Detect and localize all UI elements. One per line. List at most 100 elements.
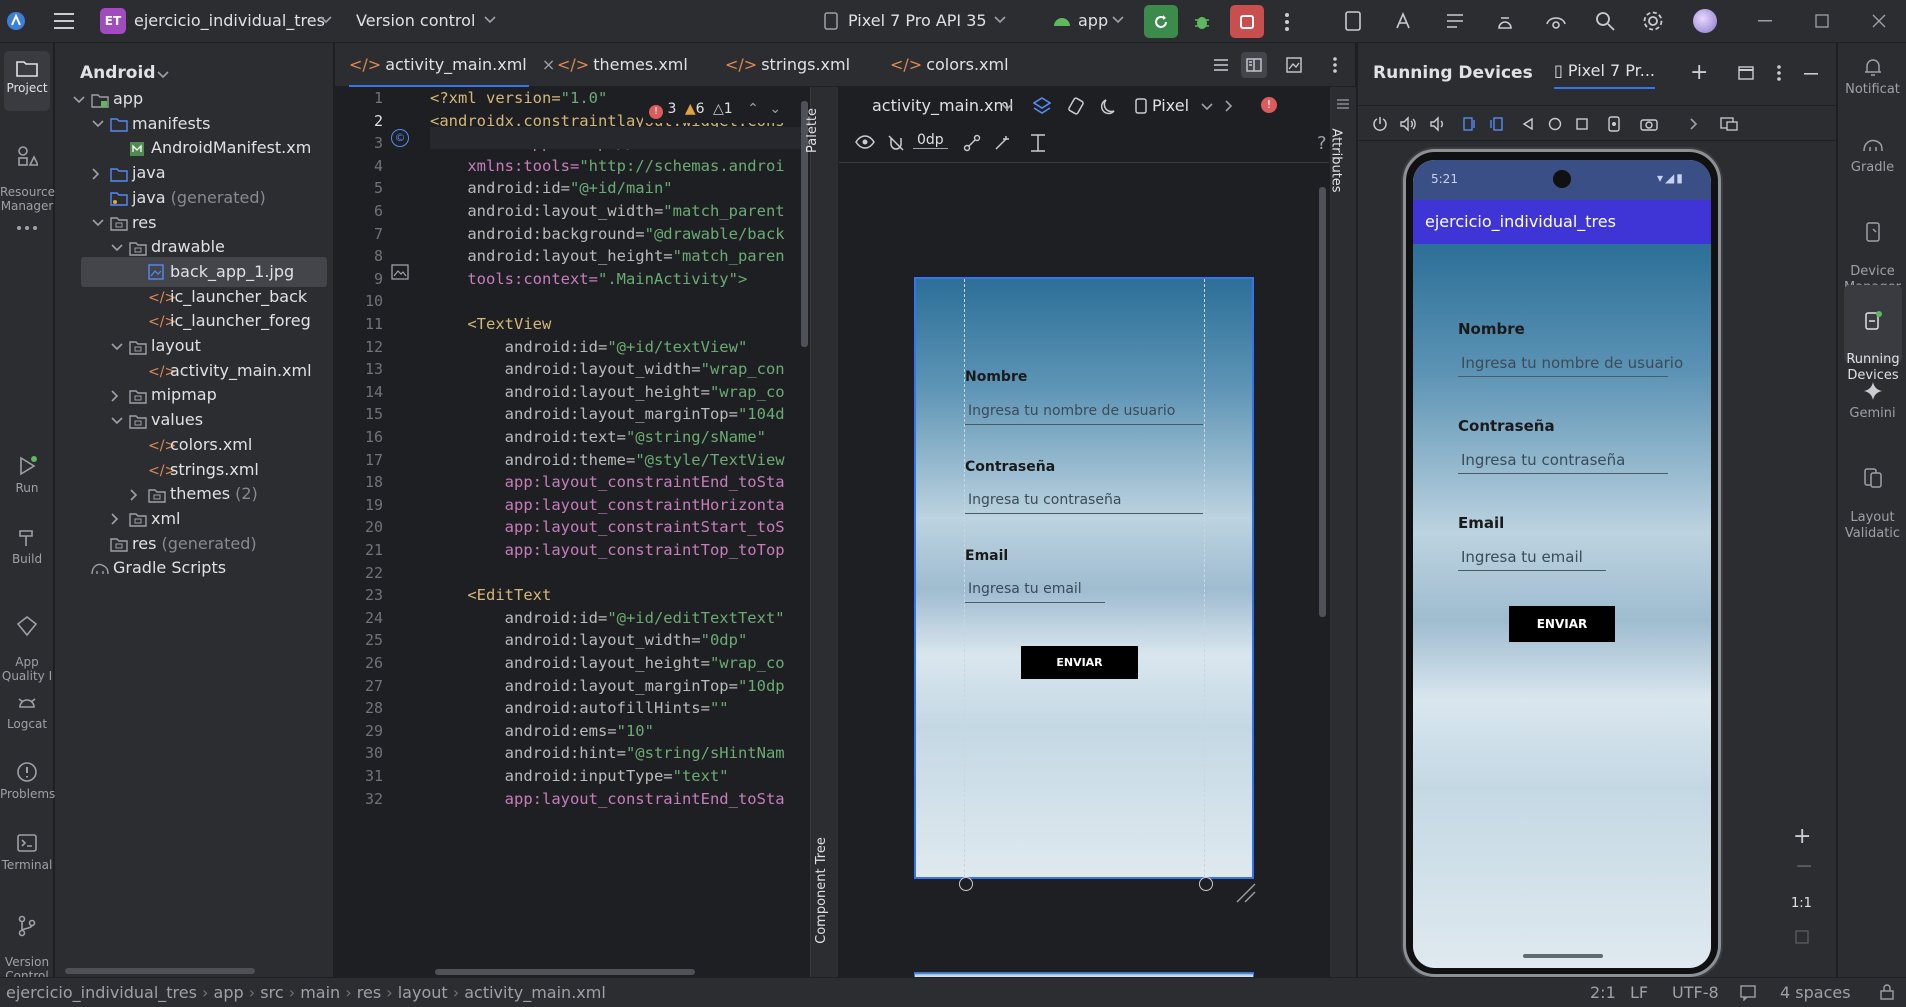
tab-strings[interactable]: </> strings.xml — [725, 43, 850, 87]
design-vertical-scrollbar[interactable] — [1319, 187, 1326, 617]
problems-tool-button[interactable]: Problems — [0, 761, 55, 801]
resource-manager-tool-button[interactable]: Resource Manager — [0, 131, 55, 213]
class-gutter-icon[interactable]: © — [391, 129, 409, 147]
overview-icon[interactable] — [1576, 118, 1588, 130]
layout-preview[interactable]: Nombre Ingresa tu nombre de usuario Cont… — [914, 277, 1254, 879]
back-icon[interactable] — [1522, 118, 1534, 130]
split-view-icon[interactable] — [1241, 52, 1267, 78]
night-mode-icon[interactable] — [1101, 97, 1119, 115]
code-line[interactable]: android:layout_height="wrap_co — [430, 654, 785, 672]
editor-horizontal-scrollbar[interactable] — [435, 969, 695, 975]
maximize-window-icon[interactable] — [1815, 14, 1829, 28]
app-logo-icon[interactable] — [6, 11, 26, 31]
code-line[interactable]: app:layout_constraintTop_toTop — [430, 541, 785, 559]
code-view-icon[interactable] — [1213, 58, 1229, 72]
name-label[interactable]: Nombre — [965, 369, 1027, 385]
code-editor[interactable]: 1 2 3 4 5 6 7 8 9 10 11 12 13 14 15 16 17 18 19 20 21 22 23 24 2… — [335, 87, 809, 977]
magnet-icon[interactable] — [887, 134, 905, 152]
tabs-more-icon[interactable] — [1332, 56, 1338, 74]
code-line[interactable]: <?xml version="1.0" — [430, 89, 617, 107]
default-margin-selector[interactable]: 0dp — [913, 132, 948, 149]
chevron-down-icon[interactable] — [92, 219, 110, 227]
design-view-icon[interactable] — [1286, 57, 1302, 73]
chevron-right-icon[interactable] — [92, 168, 110, 180]
caret-position[interactable]: 2:1 — [1590, 978, 1616, 1007]
device-password-input[interactable]: Ingresa tu contraseña — [1461, 451, 1625, 469]
add-device-icon[interactable]: + — [1690, 62, 1708, 84]
design-surface-icon[interactable] — [1033, 97, 1051, 115]
crumb-layout[interactable]: layout — [398, 983, 448, 1002]
code-line[interactable]: <TextView — [430, 315, 551, 333]
infer-constraints-icon[interactable] — [993, 134, 1011, 152]
crumb-src[interactable]: src — [260, 983, 283, 1002]
code-line[interactable]: xmlns:tools="http://schemas.androi — [430, 157, 784, 175]
project-name-dropdown[interactable]: ejercicio_individual_tres — [134, 11, 325, 30]
logcat-tool-button[interactable]: Logcat — [0, 691, 54, 731]
device-email-input[interactable]: Ingresa tu email — [1461, 548, 1583, 566]
code-line[interactable]: android:inputType="text" — [430, 767, 729, 785]
code-line[interactable]: android:layout_marginTop="104d — [430, 405, 785, 423]
code-line[interactable]: <EditText — [430, 586, 551, 604]
eye-icon[interactable] — [855, 135, 875, 149]
attributes-tab[interactable]: Attributes — [1329, 117, 1354, 207]
chevron-right-icon[interactable] — [1690, 118, 1698, 130]
volume-up-icon[interactable] — [1400, 116, 1418, 132]
project-horizontal-scrollbar[interactable] — [65, 968, 255, 974]
sdk-manager-icon[interactable] — [1494, 10, 1516, 32]
chevron-down-icon[interactable] — [111, 244, 129, 252]
run-tool-button[interactable]: Run — [0, 455, 54, 495]
code-line[interactable]: app:layout_constraintHorizonta — [430, 496, 785, 514]
volume-down-icon[interactable] — [1430, 116, 1446, 132]
code-line[interactable]: app:layout_constraintEnd_toSta — [430, 473, 785, 491]
more-actions-icon[interactable] — [1284, 12, 1290, 32]
code-line[interactable]: android:autofillHints="" — [430, 699, 729, 717]
email-input[interactable]: Ingresa tu email — [968, 581, 1082, 597]
chevron-right-icon[interactable] — [1225, 100, 1233, 112]
notifications-tool-button[interactable]: Notificat — [1838, 57, 1906, 98]
component-tree-tab[interactable]: Component Tree — [814, 827, 836, 967]
code-line[interactable]: android:layout_width="0dp" — [430, 631, 748, 649]
debug-icon[interactable] — [1188, 8, 1216, 36]
gemini-tool-button[interactable]: Gemini — [1838, 381, 1906, 422]
run-config-selector[interactable]: app — [1078, 11, 1108, 30]
terminal-tool-button[interactable]: Terminal — [0, 832, 54, 872]
rotate-left-icon[interactable] — [1462, 116, 1478, 132]
tab-colors[interactable]: </> colors.xml — [890, 43, 1009, 87]
crumb-app[interactable]: app — [214, 983, 244, 1002]
tree-item-gradle-scripts[interactable]: Gradle Scripts — [55, 553, 334, 583]
close-window-icon[interactable] — [1872, 14, 1886, 28]
tab-themes[interactable]: </> themes.xml — [557, 43, 688, 87]
zoom-in-icon[interactable]: + — [1793, 824, 1811, 849]
code-line[interactable]: android:id="@+id/textView" — [430, 338, 748, 356]
project-view-selector[interactable]: Android — [80, 63, 156, 83]
home-icon[interactable] — [1548, 117, 1562, 131]
stop-button[interactable] — [1230, 5, 1264, 38]
code-line[interactable]: android:layout_width="match_parent — [430, 202, 784, 220]
chevron-up-icon[interactable]: ⌃ — [747, 101, 759, 117]
file-encoding[interactable]: UTF-8 — [1672, 978, 1719, 1007]
device-explorer-icon[interactable] — [1342, 10, 1364, 32]
error-badge-icon[interactable]: ! — [1261, 97, 1277, 113]
code-line[interactable]: app:layout_constraintStart_toS — [430, 518, 785, 536]
crumb-main[interactable]: main — [300, 983, 340, 1002]
submit-button[interactable]: ENVIAR — [1021, 646, 1138, 679]
code-line[interactable]: android:hint="@string/sHintNam — [430, 744, 785, 762]
layout-validation-tool-button[interactable]: Layout Validatic — [1838, 451, 1906, 542]
project-tool-button[interactable]: Project — [4, 51, 50, 111]
code-line[interactable]: android:layout_height="match_paren — [430, 247, 784, 265]
code-line[interactable]: app:layout_constraintEnd_toSta — [430, 790, 785, 808]
version-control-dropdown[interactable]: Version control — [356, 11, 475, 30]
chevron-right-icon[interactable] — [111, 513, 129, 525]
code-line[interactable]: android:ems="10" — [430, 722, 654, 740]
device-screen[interactable]: 5:21 ▾◢▮ ejercicio_individual_tres Nombr… — [1413, 160, 1711, 968]
power-icon[interactable] — [1372, 116, 1388, 132]
chevron-down-icon[interactable] — [73, 95, 91, 104]
clear-constraints-icon[interactable] — [963, 134, 981, 152]
apply-changes-button[interactable] — [1144, 5, 1178, 38]
build-tool-button[interactable]: Build — [0, 526, 54, 566]
lock-icon[interactable] — [1880, 984, 1894, 1000]
right-resize-handle[interactable] — [1199, 877, 1213, 891]
chevron-down-icon[interactable] — [92, 120, 110, 128]
code-line[interactable]: android:layout_height="wrap_co — [430, 383, 785, 401]
search-icon[interactable] — [1594, 10, 1616, 32]
